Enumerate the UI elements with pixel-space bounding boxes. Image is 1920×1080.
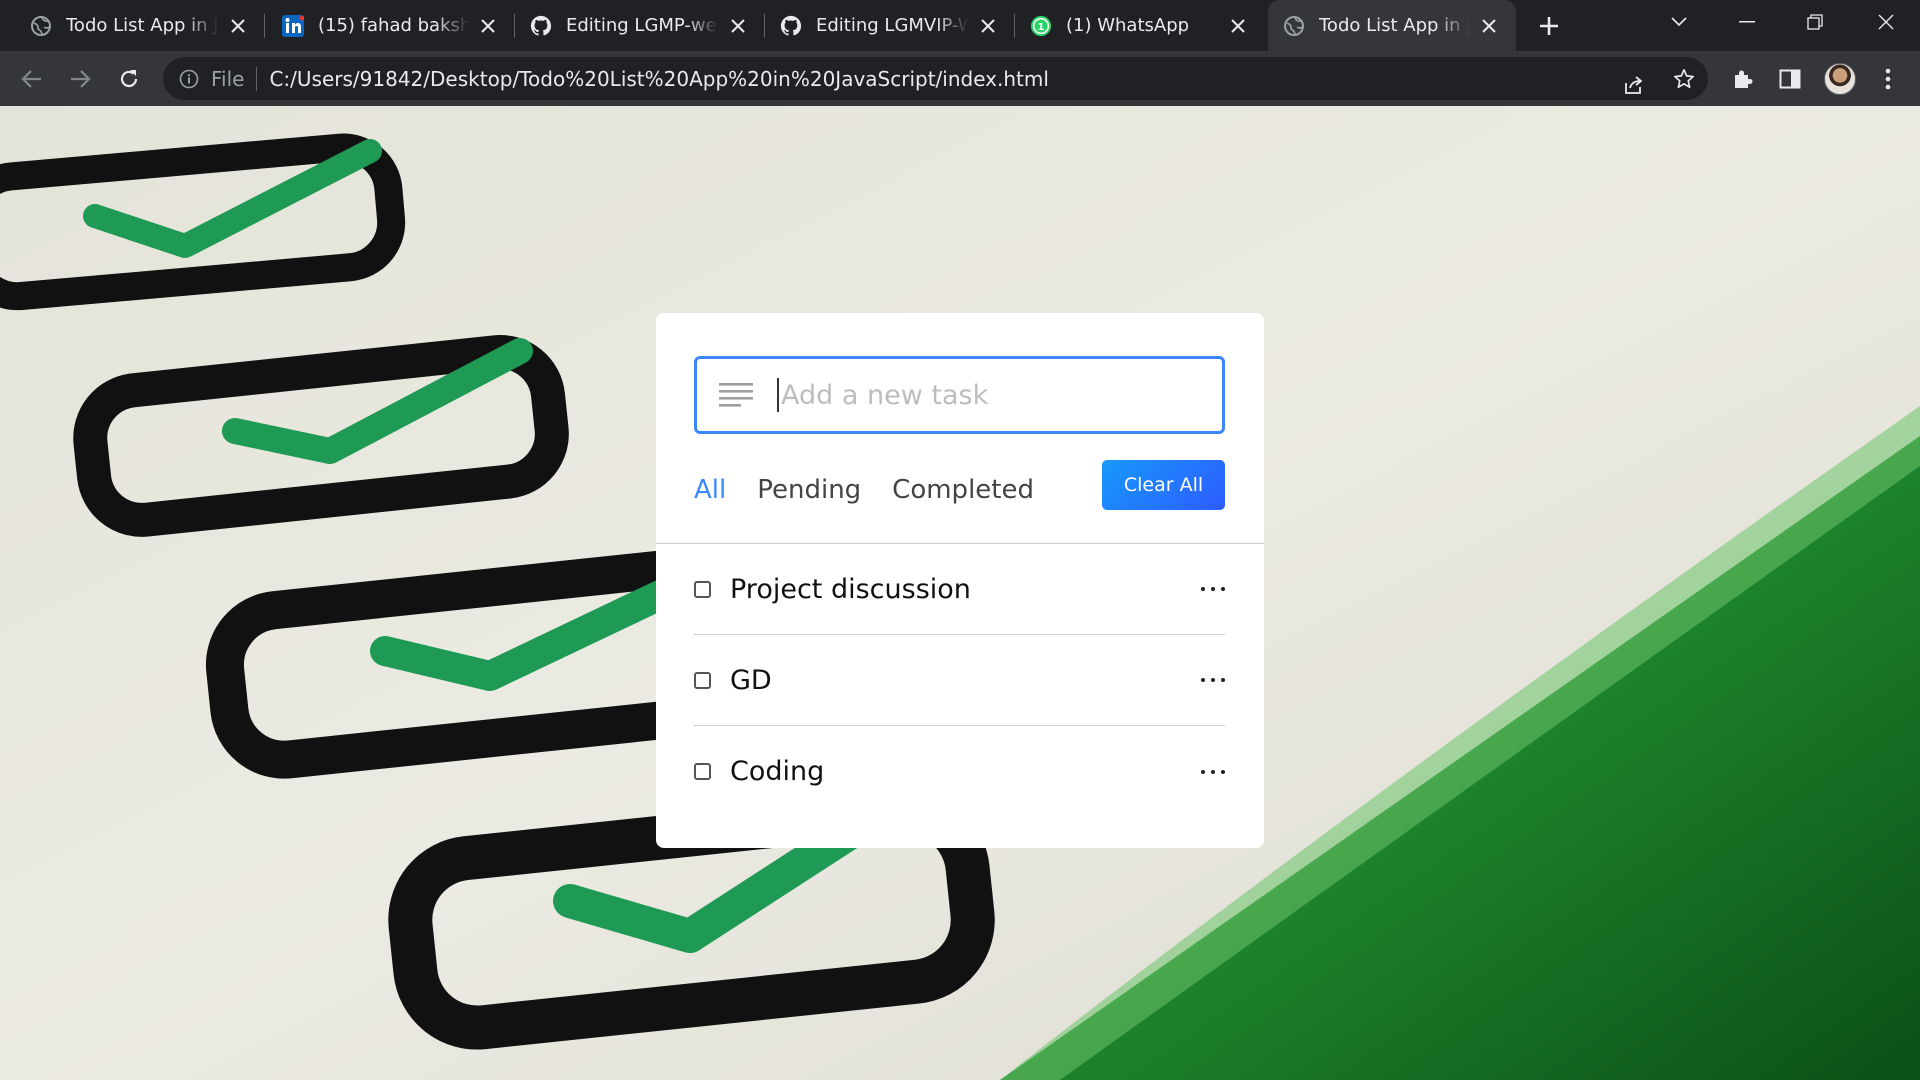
new-tab-button[interactable] (1534, 11, 1564, 41)
close-icon[interactable] (1225, 13, 1251, 39)
address-bar[interactable]: File C:/Users/91842/Desktop/Todo%20List%… (163, 57, 1708, 100)
task-checkbox[interactable] (694, 763, 711, 780)
globe-icon (30, 15, 52, 37)
minimize-icon[interactable] (1713, 0, 1781, 44)
task-name[interactable]: GD (730, 665, 772, 696)
close-icon[interactable] (725, 13, 751, 39)
task-checkbox[interactable] (694, 671, 711, 689)
tab-strip: Todo List App in JavaScript (15) fahad b… (0, 0, 1920, 51)
bookmark-star-icon[interactable] (1669, 64, 1699, 94)
more-options-icon[interactable] (1201, 674, 1225, 686)
github-icon (780, 15, 802, 37)
filter-tabs: All Pending Completed (694, 465, 1065, 515)
text-lines-icon (719, 383, 753, 407)
clear-all-button[interactable]: Clear All (1102, 460, 1225, 510)
github-icon (530, 15, 552, 37)
close-icon[interactable] (475, 13, 501, 39)
more-options-icon[interactable] (1201, 583, 1225, 595)
close-window-icon[interactable] (1852, 0, 1920, 44)
tab-title: Editing LGMP-web/README.md (566, 15, 719, 36)
svg-text:1: 1 (1037, 22, 1044, 33)
task-input[interactable] (781, 379, 1201, 411)
task-list: Project discussion GD Coding (694, 544, 1225, 817)
task-name[interactable]: Coding (730, 756, 824, 787)
tab-whatsapp[interactable]: 1 (1) WhatsApp (1015, 0, 1265, 51)
tab-title: Todo List App in JavaScript (1319, 15, 1470, 36)
browser-toolbar: File C:/Users/91842/Desktop/Todo%20List%… (0, 51, 1920, 106)
close-icon[interactable] (225, 13, 251, 39)
tab-github-readme[interactable]: Editing LGMP-web/README.md (515, 0, 765, 51)
url-text[interactable]: C:/Users/91842/Desktop/Todo%20List%20App… (269, 67, 1048, 91)
extensions-puzzle-icon[interactable] (1727, 63, 1759, 95)
menu-kebab-icon[interactable] (1872, 63, 1904, 95)
tab-search-chevron-down-icon[interactable] (1645, 0, 1713, 44)
task-item: Coding (694, 726, 1225, 817)
close-icon[interactable] (1476, 13, 1502, 39)
restore-icon[interactable] (1781, 0, 1849, 44)
tab-todo-active[interactable]: Todo List App in JavaScript (1268, 0, 1516, 51)
task-item: GD (694, 635, 1225, 726)
task-item: Project discussion (694, 544, 1225, 635)
reload-icon[interactable] (113, 63, 145, 95)
whatsapp-icon: 1 (1030, 15, 1052, 37)
info-icon[interactable] (177, 67, 201, 91)
tab-title: (1) WhatsApp (1066, 15, 1190, 36)
more-options-icon[interactable] (1201, 766, 1225, 778)
forward-arrow-icon[interactable] (64, 63, 96, 95)
task-checkbox[interactable] (694, 580, 711, 598)
tab-title: Editing LGMVIP-WebDev (816, 15, 969, 36)
linkedin-icon (282, 14, 304, 37)
task-input-box[interactable] (694, 356, 1225, 434)
profile-avatar[interactable] (1824, 63, 1856, 95)
tab-todo-1[interactable]: Todo List App in JavaScript (0, 0, 265, 51)
filter-pending[interactable]: Pending (757, 475, 861, 505)
close-icon[interactable] (975, 13, 1001, 39)
share-icon[interactable] (1619, 70, 1649, 100)
page-viewport: All Pending Completed Clear All Project … (0, 106, 1920, 1080)
back-arrow-icon[interactable] (16, 63, 48, 95)
scheme-label: File (211, 66, 245, 91)
todo-card: All Pending Completed Clear All Project … (656, 313, 1264, 848)
tab-title: Todo List App in JavaScript (66, 15, 219, 36)
tab-title: (15) fahad bakshi | LinkedIn (318, 15, 469, 36)
task-name[interactable]: Project discussion (730, 574, 971, 605)
tab-linkedin[interactable]: (15) fahad bakshi | LinkedIn (265, 0, 515, 51)
globe-icon (1283, 15, 1305, 37)
filter-all[interactable]: All (694, 475, 726, 505)
filter-completed[interactable]: Completed (892, 475, 1034, 505)
omnibox-divider (256, 66, 258, 91)
text-cursor (777, 378, 779, 412)
side-panel-icon[interactable] (1774, 63, 1806, 95)
tab-github-webdev[interactable]: Editing LGMVIP-WebDev (765, 0, 1015, 51)
